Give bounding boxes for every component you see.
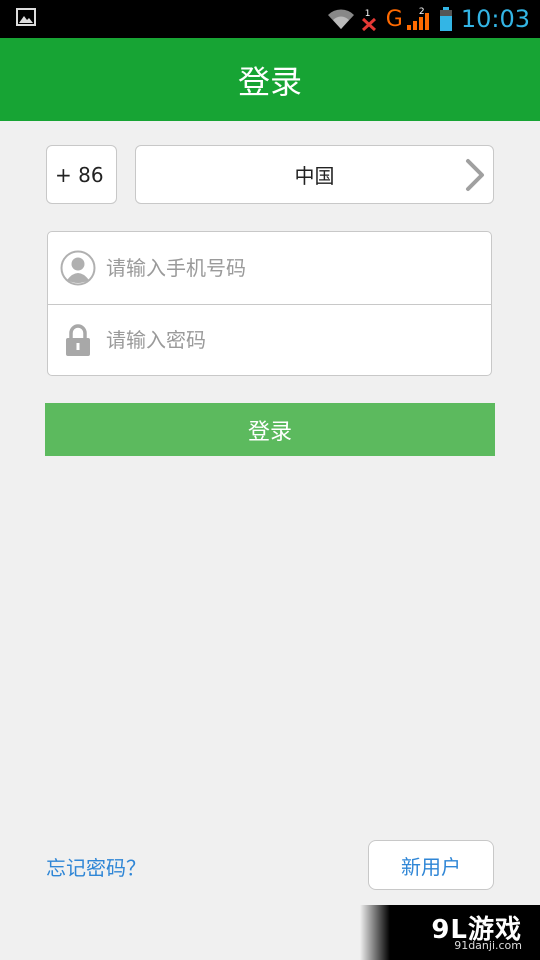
watermark: 9L游戏 91danji.com <box>360 905 540 960</box>
signal-icon: 2 <box>405 7 431 31</box>
image-icon <box>16 8 36 26</box>
phone-row <box>48 232 491 305</box>
login-form <box>47 231 492 376</box>
country-name: 中国 <box>294 164 335 188</box>
country-code-field[interactable]: + 86 <box>46 145 117 204</box>
lock-icon <box>66 324 90 356</box>
user-icon <box>60 250 96 286</box>
new-user-button[interactable]: 新用户 <box>368 840 494 890</box>
wifi-icon <box>327 9 354 29</box>
watermark-url: 91danji.com <box>454 939 522 952</box>
country-code: + 86 <box>55 162 104 187</box>
country-selector[interactable]: 中国 <box>135 145 494 204</box>
chevron-right-icon <box>466 159 484 191</box>
clock: 10:03 <box>460 5 530 33</box>
no-sim-icon: 1 <box>361 7 376 31</box>
status-icons: 1 G 2 10:03 <box>326 0 530 38</box>
password-row <box>48 304 491 376</box>
network-type: G <box>385 6 403 32</box>
battery-icon <box>439 7 452 31</box>
status-bar: 1 G 2 10:03 <box>0 0 540 38</box>
login-button[interactable]: 登录 <box>45 403 495 456</box>
page-header: 登录 <box>0 38 540 121</box>
password-input[interactable] <box>104 327 468 353</box>
new-user-label: 新用户 <box>401 854 461 879</box>
forgot-password-link[interactable]: 忘记密码？ <box>46 852 146 881</box>
page-title: 登录 <box>237 62 302 101</box>
phone-input[interactable] <box>104 255 468 281</box>
